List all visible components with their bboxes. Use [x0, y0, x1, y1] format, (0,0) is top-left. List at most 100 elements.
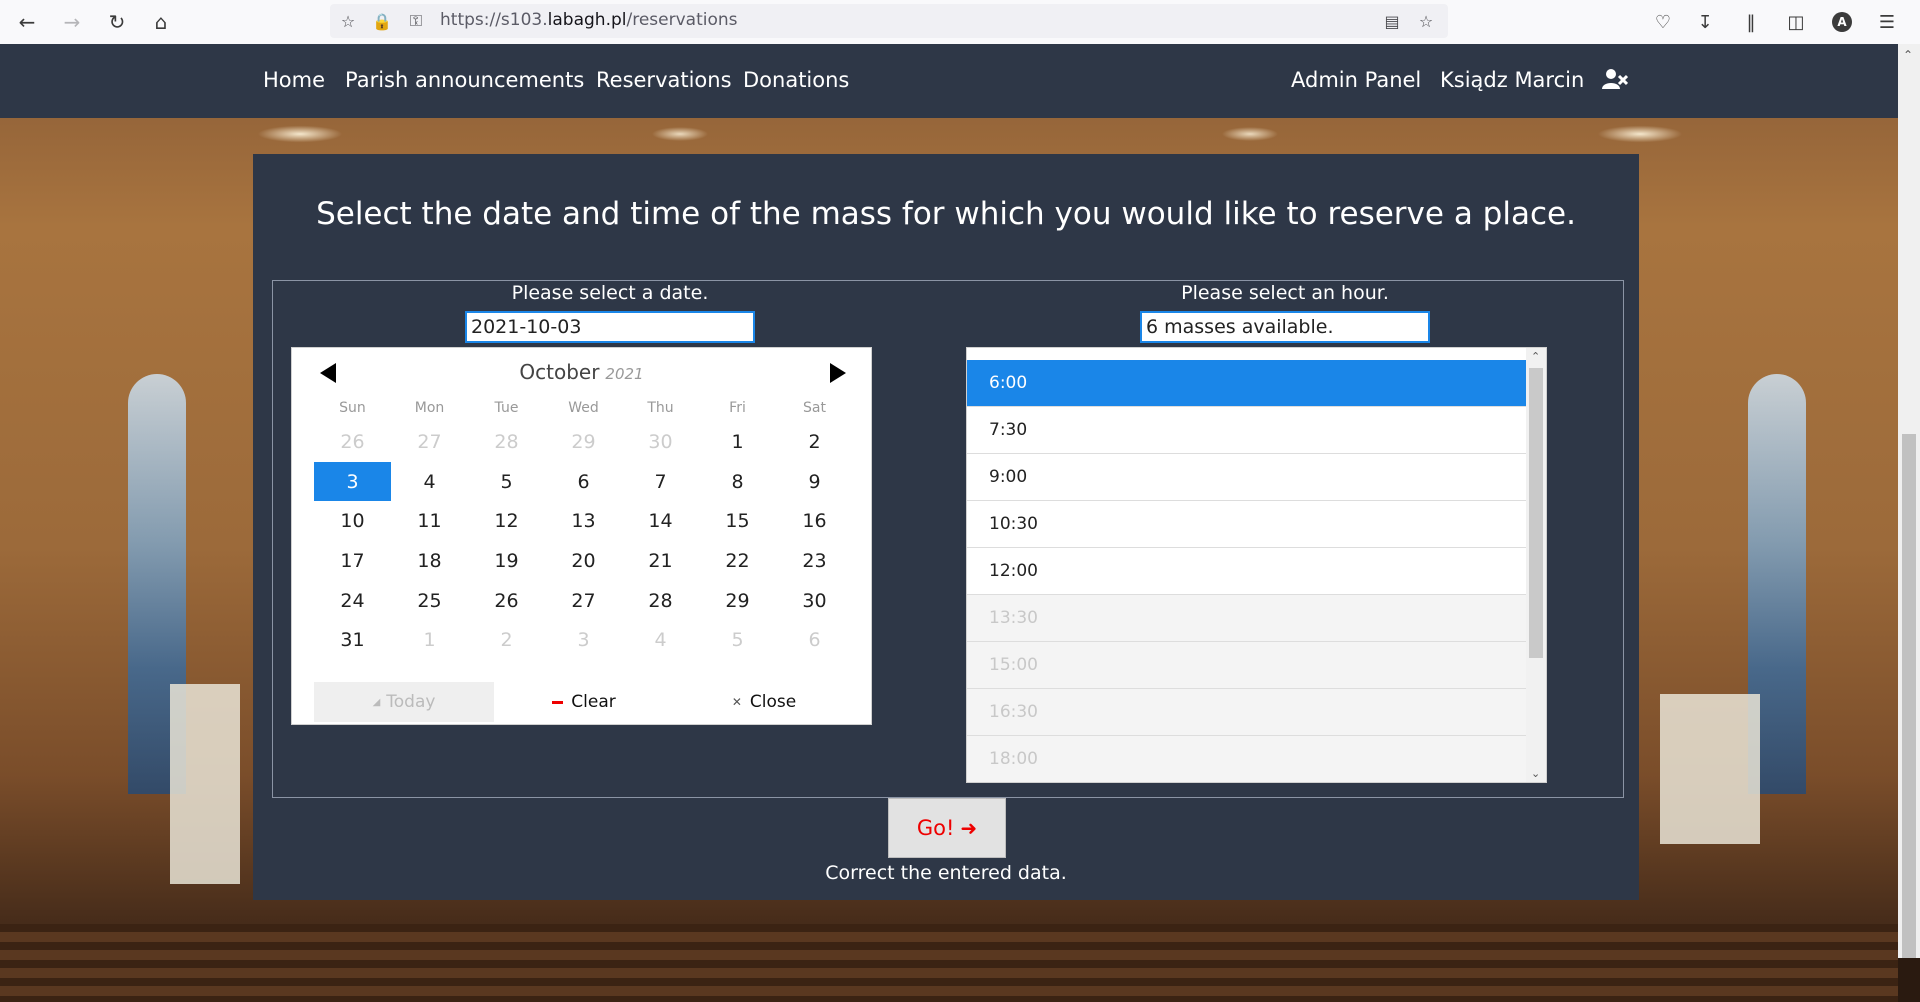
download-icon[interactable]: ↧	[1690, 7, 1720, 37]
calendar-day[interactable]: 11	[391, 501, 468, 541]
calendar-day[interactable]: 5	[468, 462, 545, 502]
sidebar-icon[interactable]: ◫	[1781, 7, 1811, 37]
calendar-day[interactable]: 7	[622, 462, 699, 502]
reader-view-icon[interactable]: ▤	[1382, 11, 1402, 31]
account-icon[interactable]: A	[1827, 7, 1857, 37]
clear-label: Clear	[571, 692, 616, 712]
forward-icon[interactable]: →	[57, 7, 87, 37]
pocket-icon[interactable]: ♡	[1648, 7, 1678, 37]
go-button[interactable]: Go! ➜	[888, 798, 1006, 858]
calendar-grid: Sun Mon Tue Wed Thu Fri Sat 26 27 28 29 30 1 2 3 4 5 6 7 8…	[314, 400, 854, 660]
calendar-day[interactable]: 26	[314, 422, 391, 462]
weekday-sun: Sun	[339, 400, 366, 416]
home-icon[interactable]: ⌂	[146, 7, 176, 37]
nav-admin-panel[interactable]: Admin Panel	[1291, 68, 1421, 92]
calendar-day[interactable]: 6	[545, 462, 622, 502]
calendar-month-label: October 2021	[519, 360, 644, 384]
hour-list-scrollbar[interactable]: ⌃ ⌄	[1526, 348, 1546, 782]
page-scrollbar[interactable]: ⌃	[1898, 44, 1920, 958]
scroll-up-icon[interactable]: ⌃	[1531, 350, 1540, 363]
prev-month-icon[interactable]	[320, 363, 336, 383]
calendar-day[interactable]: 5	[699, 620, 776, 660]
calendar-day[interactable]: 3	[545, 620, 622, 660]
nav-user-name[interactable]: Ksiądz Marcin	[1440, 68, 1584, 92]
calendar-day[interactable]: 16	[776, 501, 853, 541]
calendar-day[interactable]: 13	[545, 501, 622, 541]
calendar-day[interactable]: 12	[468, 501, 545, 541]
calendar-day[interactable]: 1	[391, 620, 468, 660]
calendar-day[interactable]: 2	[468, 620, 545, 660]
calendar-day[interactable]: 8	[699, 462, 776, 502]
weekday-mon: Mon	[414, 400, 445, 416]
url-text[interactable]: https://s103.labagh.pl/reservations	[440, 10, 738, 30]
calendar-day[interactable]: 25	[391, 581, 468, 621]
calendar-day[interactable]: 31	[314, 620, 391, 660]
calendar-footer: ◢ Today Clear ✕ Close	[314, 682, 854, 722]
today-button[interactable]: ◢ Today	[314, 682, 494, 722]
scroll-up-icon[interactable]: ⌃	[1903, 48, 1913, 62]
library-icon[interactable]: ‖	[1736, 7, 1766, 37]
calendar-day[interactable]: 27	[391, 422, 468, 462]
nav-parish-announcements[interactable]: Parish announcements	[345, 68, 584, 92]
page-scroll-thumb[interactable]	[1902, 434, 1916, 958]
calendar-day[interactable]: 6	[776, 620, 853, 660]
calendar-day[interactable]: 28	[468, 422, 545, 462]
back-icon[interactable]: ←	[12, 7, 42, 37]
calendar-day[interactable]: 14	[622, 501, 699, 541]
calendar-day[interactable]: 10	[314, 501, 391, 541]
calendar-week: 10 11 12 13 14 15 16	[314, 501, 854, 541]
scroll-down-icon[interactable]: ⌄	[1531, 767, 1540, 780]
key-icon[interactable]: ⚿	[406, 11, 426, 31]
page-title: Select the date and time of the mass for…	[316, 196, 1576, 232]
calendar-day[interactable]: 1	[699, 422, 776, 462]
calendar-day[interactable]: 2	[776, 422, 853, 462]
calendar-day[interactable]: 27	[545, 581, 622, 621]
lock-icon[interactable]: 🔒	[372, 11, 392, 31]
hour-option[interactable]: 10:30	[967, 501, 1526, 548]
calendar-day[interactable]: 18	[391, 541, 468, 581]
logout-user-icon[interactable]	[1602, 68, 1628, 90]
close-icon: ✕	[731, 695, 742, 709]
hour-option[interactable]: 9:00	[967, 454, 1526, 501]
calendar-day[interactable]: 3	[314, 461, 391, 502]
calendar-day[interactable]: 21	[622, 541, 699, 581]
weekday-wed: Wed	[568, 400, 599, 416]
close-label: Close	[749, 692, 797, 712]
nav-home[interactable]: Home	[263, 68, 325, 92]
calendar-day[interactable]: 29	[545, 422, 622, 462]
hour-scroll-thumb[interactable]	[1529, 368, 1543, 658]
calendar-day[interactable]: 26	[468, 581, 545, 621]
address-bar[interactable]: ☆ 🔒 ⚿ https://s103.labagh.pl/reservation…	[330, 4, 1448, 38]
menu-icon[interactable]: ☰	[1872, 7, 1902, 37]
calendar-day[interactable]: 30	[622, 422, 699, 462]
calendar-day[interactable]: 28	[622, 581, 699, 621]
calendar-day[interactable]: 22	[699, 541, 776, 581]
hour-option[interactable]: 12:00	[967, 548, 1526, 595]
calendar-day[interactable]: 20	[545, 541, 622, 581]
calendar-day[interactable]: 4	[622, 620, 699, 660]
calendar-day[interactable]: 4	[391, 462, 468, 502]
close-button[interactable]: ✕ Close	[674, 682, 854, 722]
shield-icon[interactable]: ☆	[338, 11, 358, 31]
date-input[interactable]: 2021-10-03	[465, 311, 755, 343]
calendar-day[interactable]: 19	[468, 541, 545, 581]
calendar-day[interactable]: 29	[699, 581, 776, 621]
calendar-day[interactable]: 15	[699, 501, 776, 541]
reload-icon[interactable]: ↻	[102, 7, 132, 37]
calendar-day[interactable]: 23	[776, 541, 853, 581]
calendar-day[interactable]: 24	[314, 581, 391, 621]
calendar-week: 26 27 28 29 30 1 2	[314, 422, 854, 462]
calendar-day[interactable]: 30	[776, 581, 853, 621]
calendar-day[interactable]: 17	[314, 541, 391, 581]
next-month-icon[interactable]	[830, 363, 846, 383]
hour-option[interactable]: 6:00	[967, 360, 1526, 407]
calendar-day[interactable]: 9	[776, 462, 853, 502]
bookmark-star-icon[interactable]: ☆	[1416, 11, 1436, 31]
hour-option[interactable]: 7:30	[967, 407, 1526, 454]
hour-input[interactable]: 6 masses available.	[1140, 311, 1430, 343]
clear-button[interactable]: Clear	[494, 682, 674, 722]
nav-reservations[interactable]: Reservations	[596, 68, 732, 92]
weekday-tue: Tue	[494, 400, 519, 416]
hour-label: Please select an hour.	[1181, 282, 1389, 304]
nav-donations[interactable]: Donations	[743, 68, 849, 92]
